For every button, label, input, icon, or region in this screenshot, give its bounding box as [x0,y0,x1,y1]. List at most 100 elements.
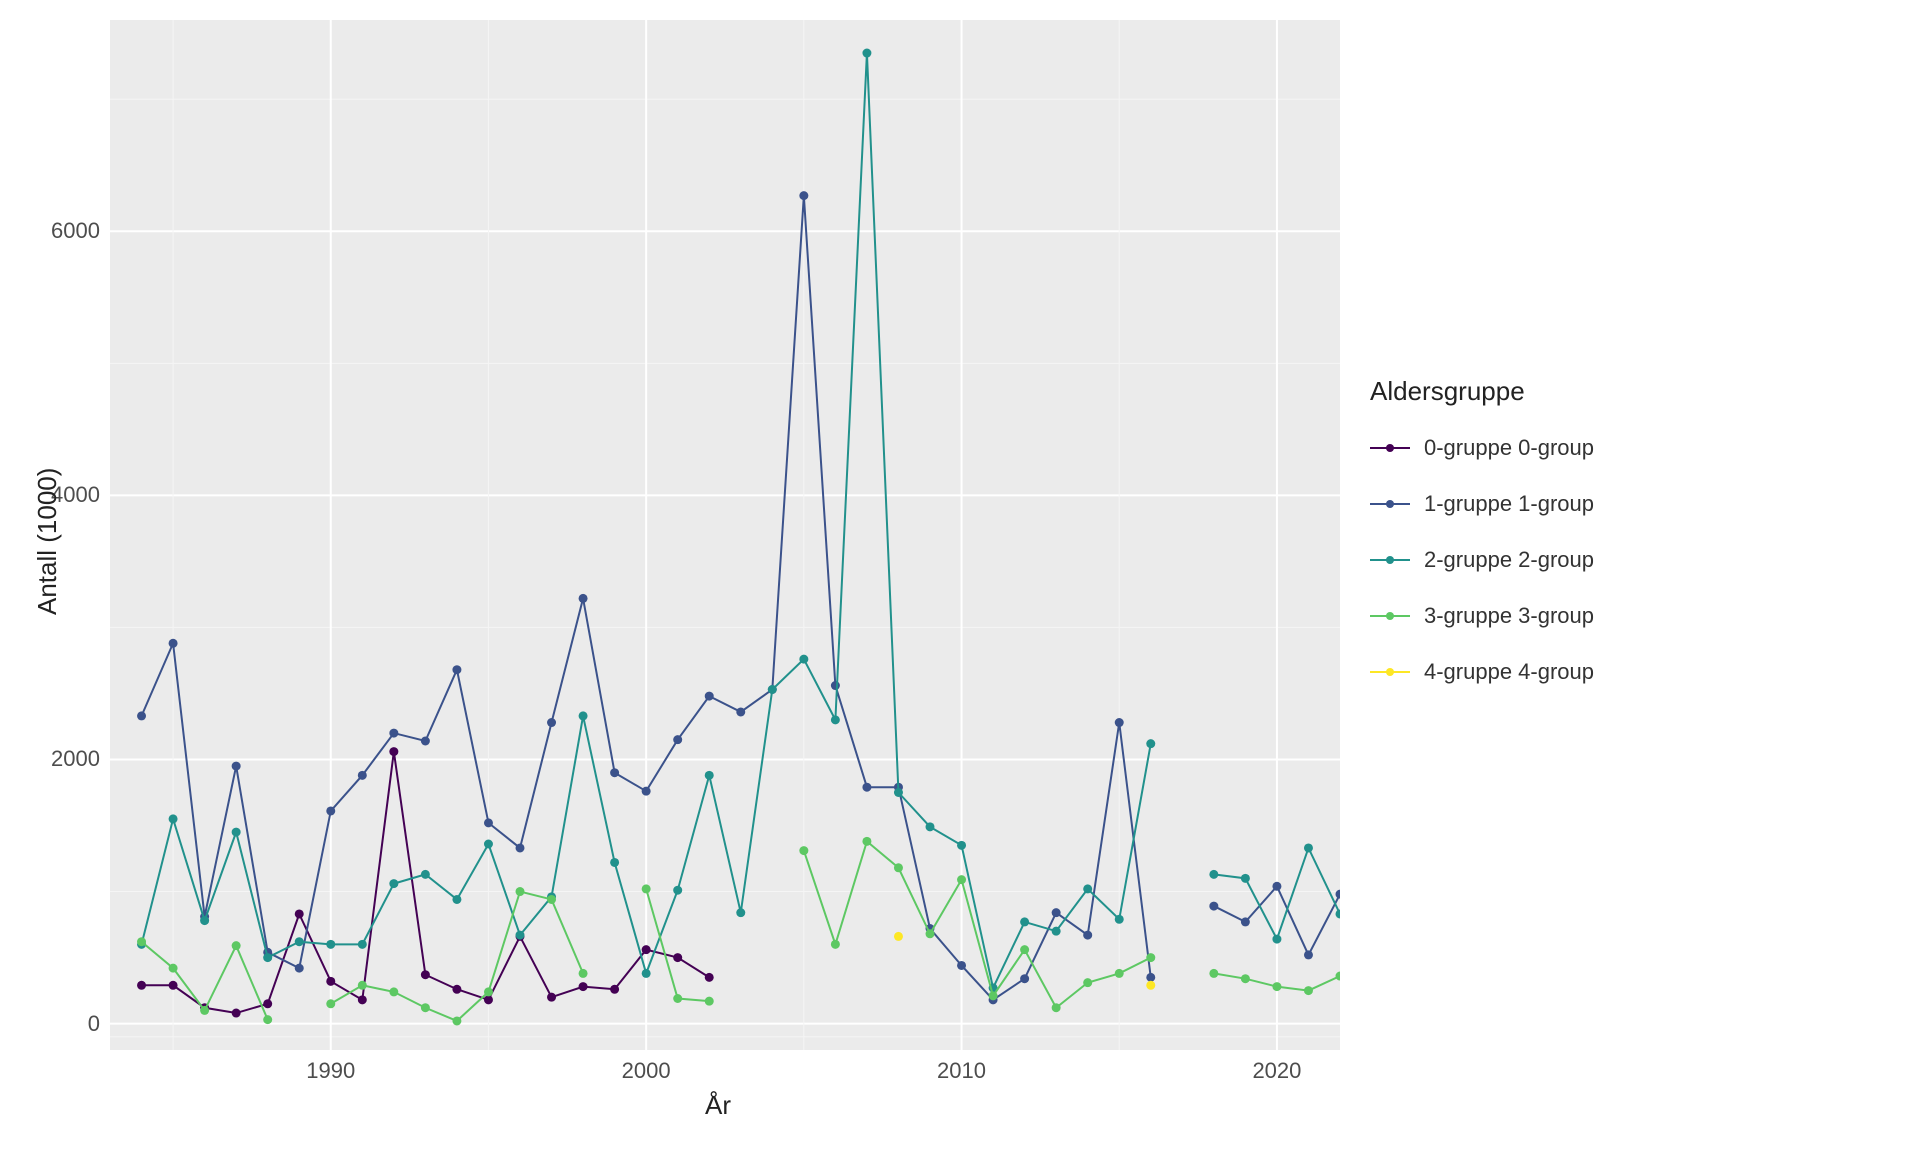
series-point [579,969,588,978]
series-point [862,837,871,846]
series-point [862,783,871,792]
series-point [957,841,966,850]
series-point [642,787,651,796]
series-point [1083,978,1092,987]
legend-key [1370,652,1410,692]
series-point [705,997,714,1006]
legend-label: 4-gruppe 4-group [1424,659,1594,685]
series-point [232,762,241,771]
series-point [642,969,651,978]
series-point [200,916,209,925]
series-point [989,991,998,1000]
series-point [1146,981,1155,990]
legend-label: 0-gruppe 0-group [1424,435,1594,461]
x-tick-label: 2010 [937,1058,986,1084]
series-point [1052,927,1061,936]
series-point [862,49,871,58]
series-point [358,771,367,780]
series-point [295,937,304,946]
series-point [799,846,808,855]
series-point [736,908,745,917]
series-point [452,985,461,994]
y-tick-label: 2000 [40,746,100,772]
y-axis-title: Antall (1000) [32,468,63,615]
series-point [547,895,556,904]
series-point [1241,974,1250,983]
legend-key [1370,540,1410,580]
x-axis-title: År [705,1090,731,1121]
series-point [389,879,398,888]
series-point [926,929,935,938]
legend-label: 2-gruppe 2-group [1424,547,1594,573]
series-point [831,715,840,724]
series-point [894,932,903,941]
series-point [169,981,178,990]
series-point [484,818,493,827]
legend-label: 1-gruppe 1-group [1424,491,1594,517]
series-point [673,735,682,744]
series-point [1336,909,1341,918]
series-point [1336,972,1341,981]
series-point [232,941,241,950]
series-point [610,768,619,777]
series-point [295,909,304,918]
legend-title: Aldersgruppe [1370,376,1525,407]
series-point [1209,870,1218,879]
series-line [646,889,709,1001]
series-point [1272,882,1281,891]
legend-label: 3-gruppe 3-group [1424,603,1594,629]
series-point [1209,969,1218,978]
legend-key [1370,484,1410,524]
x-tick-label: 2020 [1252,1058,1301,1084]
series-point [547,993,556,1002]
series-point [547,718,556,727]
series-point [1083,884,1092,893]
series-point [579,711,588,720]
series-point [1241,917,1250,926]
series-point [169,639,178,648]
series-point [326,940,335,949]
series-point [926,822,935,831]
series-point [1052,908,1061,917]
series-point [516,843,525,852]
legend-item: 2-gruppe 2-group [1370,532,1594,588]
series-point [516,887,525,896]
series-point [516,931,525,940]
series-point [1083,931,1092,940]
series-point [137,937,146,946]
series-point [894,788,903,797]
series-point [1020,945,1029,954]
series-point [1020,974,1029,983]
series-point [263,1015,272,1024]
series-point [579,594,588,603]
legend-item: 4-gruppe 4-group [1370,644,1594,700]
series-point [484,840,493,849]
legend: 0-gruppe 0-group 1-gruppe 1-group 2-gruppe… [1370,420,1594,700]
series-point [484,995,493,1004]
series-point [421,737,430,746]
y-tick-label: 0 [40,1011,100,1037]
series-point [200,1006,209,1015]
series-point [642,945,651,954]
series-point [326,977,335,986]
series-point [673,886,682,895]
chart-container: 19902000201020200200040006000 Antall (10… [0,0,1920,1152]
series-point [736,707,745,716]
series-point [1115,718,1124,727]
series-point [579,982,588,991]
series-point [452,895,461,904]
legend-item: 1-gruppe 1-group [1370,476,1594,532]
series-point [263,953,272,962]
legend-item: 0-gruppe 0-group [1370,420,1594,476]
series-point [1115,915,1124,924]
y-tick-label: 6000 [40,218,100,244]
series-point [389,987,398,996]
series-point [705,692,714,701]
series-point [1304,843,1313,852]
plot-panel [110,20,1340,1050]
series-point [232,1009,241,1018]
series-point [831,681,840,690]
series-point [1304,986,1313,995]
series-point [1146,739,1155,748]
series-point [169,814,178,823]
